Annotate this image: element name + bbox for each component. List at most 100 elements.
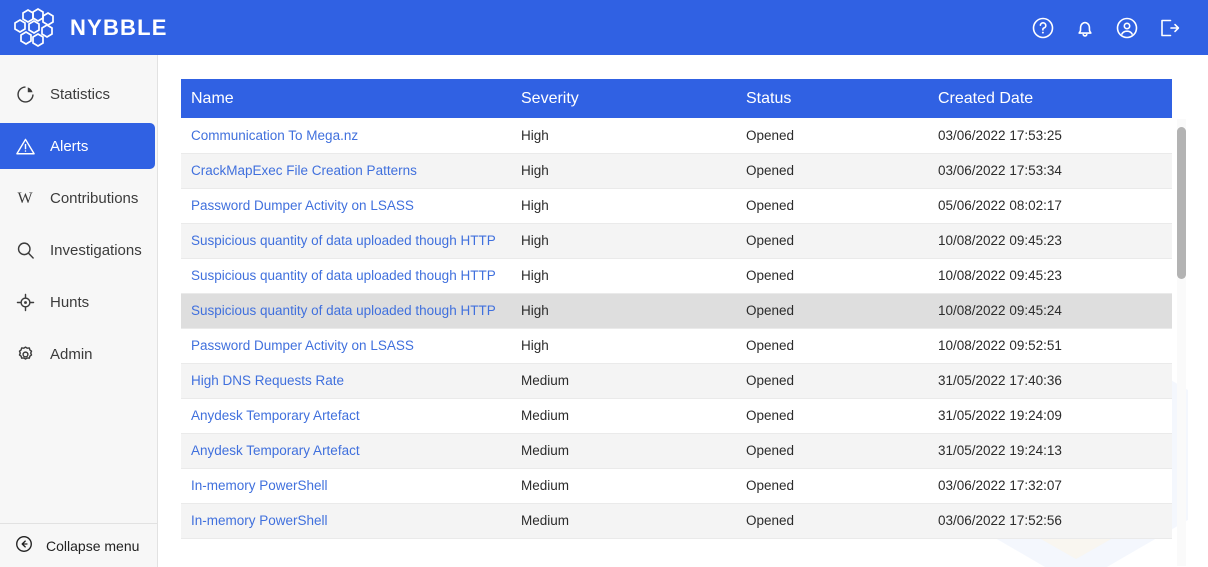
table-row[interactable]: High DNS Requests Rate Medium Opened 31/05/… [181, 363, 1172, 399]
sidebar-item-admin[interactable]: Admin [0, 331, 155, 377]
sidebar-item-alerts[interactable]: Alerts [0, 123, 155, 169]
alert-created-date: 10/08/2022 09:45:23 [928, 258, 1172, 294]
user-circle-icon[interactable] [1114, 15, 1140, 41]
alert-severity: High [511, 188, 736, 224]
sidebar-item-label: Hunts [50, 293, 90, 311]
brand[interactable]: NYBBLE [14, 7, 168, 48]
alert-created-date: 31/05/2022 19:24:13 [928, 433, 1172, 469]
magnifier-icon [14, 239, 36, 261]
table-row[interactable]: Suspicious quantity of data uploaded tho… [181, 258, 1172, 294]
table-row[interactable]: Password Dumper Activity on LSASS High Ope… [181, 188, 1172, 224]
pie-chart-icon [14, 83, 36, 105]
table-row[interactable]: Anydesk Temporary Artefact Medium Opened 31… [181, 398, 1172, 434]
alert-name-link[interactable]: Suspicious quantity of data uploaded tho… [181, 293, 511, 329]
alert-name-link[interactable]: Suspicious quantity of data uploaded tho… [181, 258, 511, 294]
alert-status: Opened [736, 328, 928, 364]
alert-status: Opened [736, 363, 928, 399]
alert-created-date: 03/06/2022 17:32:07 [928, 468, 1172, 504]
sidebar: Statistics Alerts W Contributions Invest… [0, 55, 158, 567]
table-row[interactable]: Anydesk Temporary Artefact Medium Opened 31… [181, 433, 1172, 469]
sidebar-item-label: Alerts [50, 137, 89, 155]
table-row[interactable]: CrackMapExec File Creation Patterns High O… [181, 153, 1172, 189]
alert-status: Opened [736, 468, 928, 504]
alert-status: Opened [736, 223, 928, 259]
alert-created-date: 03/06/2022 17:53:34 [928, 153, 1172, 189]
sidebar-item-label: Statistics [50, 85, 111, 103]
sidebar-item-hunts[interactable]: Hunts [0, 279, 155, 325]
sidebar-item-investigations[interactable]: Investigations [0, 227, 155, 273]
table-scrollbar-thumb[interactable] [1177, 127, 1186, 279]
collapse-menu-button[interactable]: Collapse menu [0, 523, 157, 567]
sidebar-item-label: Contributions [50, 189, 139, 207]
table-header-row: Name Severity Status Created Date [181, 79, 1172, 118]
app-root: NYBBLE Statistics Alerts W Contributions… [0, 0, 1208, 567]
table-row[interactable]: Suspicious quantity of data uploaded tho… [181, 223, 1172, 259]
warning-triangle-icon [14, 135, 36, 157]
table-body: Communication To Mega.nz High Opened 03/06/… [181, 118, 1172, 539]
alerts-table: Name Severity Status Created Date Commun… [181, 79, 1172, 539]
alert-status: Opened [736, 118, 928, 154]
column-header-created-date[interactable]: Created Date [928, 79, 1172, 118]
alert-created-date: 10/08/2022 09:45:24 [928, 293, 1172, 329]
alert-created-date: 10/08/2022 09:45:23 [928, 223, 1172, 259]
alert-status: Opened [736, 433, 928, 469]
alert-name-link[interactable]: Anydesk Temporary Artefact [181, 433, 511, 469]
brand-name: NYBBLE [70, 14, 168, 40]
alert-name-link[interactable]: CrackMapExec File Creation Patterns [181, 153, 511, 189]
alert-created-date: 31/05/2022 19:24:09 [928, 398, 1172, 434]
arrow-left-circle-icon [14, 534, 34, 557]
sidebar-nav: Statistics Alerts W Contributions Invest… [0, 55, 157, 377]
logout-icon[interactable] [1156, 15, 1182, 41]
table-row[interactable]: Password Dumper Activity on LSASS High Ope… [181, 328, 1172, 364]
alert-status: Opened [736, 293, 928, 329]
table-row[interactable]: In-memory PowerShell Medium Opened 03/06/20… [181, 468, 1172, 504]
table-row[interactable]: In-memory PowerShell Medium Opened 03/06/20… [181, 503, 1172, 539]
column-header-severity[interactable]: Severity [511, 79, 736, 118]
alert-name-link[interactable]: Password Dumper Activity on LSASS [181, 328, 511, 364]
hexagon-cluster-logo-icon [14, 7, 58, 48]
alert-severity: Medium [511, 433, 736, 469]
alert-name-link[interactable]: Communication To Mega.nz [181, 118, 511, 154]
crosshair-icon [14, 291, 36, 313]
alert-severity: Medium [511, 398, 736, 434]
alert-name-link[interactable]: Anydesk Temporary Artefact [181, 398, 511, 434]
gear-icon [14, 343, 36, 365]
table-row[interactable]: Communication To Mega.nz High Opened 03/06/… [181, 118, 1172, 154]
alert-status: Opened [736, 153, 928, 189]
table-row[interactable]: Suspicious quantity of data uploaded tho… [181, 293, 1172, 329]
alert-name-link[interactable]: Suspicious quantity of data uploaded tho… [181, 223, 511, 259]
alert-severity: Medium [511, 363, 736, 399]
top-bar-actions [1030, 15, 1182, 41]
alert-created-date: 31/05/2022 17:40:36 [928, 363, 1172, 399]
sidebar-item-label: Investigations [50, 241, 142, 259]
alert-severity: Medium [511, 503, 736, 539]
top-bar: NYBBLE [0, 0, 1208, 55]
collapse-menu-label: Collapse menu [46, 537, 140, 554]
alert-name-link[interactable]: Password Dumper Activity on LSASS [181, 188, 511, 224]
alert-created-date: 10/08/2022 09:52:51 [928, 328, 1172, 364]
alert-severity: High [511, 293, 736, 329]
help-circle-icon[interactable] [1030, 15, 1056, 41]
alert-severity: High [511, 118, 736, 154]
svg-text:W: W [17, 190, 33, 207]
alert-name-link[interactable]: In-memory PowerShell [181, 503, 511, 539]
column-header-name[interactable]: Name [181, 79, 511, 118]
sidebar-item-contributions[interactable]: W Contributions [0, 175, 155, 221]
alert-name-link[interactable]: In-memory PowerShell [181, 468, 511, 504]
alert-name-link[interactable]: High DNS Requests Rate [181, 363, 511, 399]
alert-created-date: 03/06/2022 17:53:25 [928, 118, 1172, 154]
bell-icon[interactable] [1072, 15, 1098, 41]
alert-severity: High [511, 153, 736, 189]
alert-status: Opened [736, 398, 928, 434]
alert-severity: High [511, 328, 736, 364]
wiki-w-icon: W [14, 187, 36, 209]
table-header: Name Severity Status Created Date [181, 79, 1172, 118]
alert-status: Opened [736, 503, 928, 539]
column-header-status[interactable]: Status [736, 79, 928, 118]
sidebar-item-statistics[interactable]: Statistics [0, 71, 155, 117]
alert-status: Opened [736, 188, 928, 224]
alert-severity: High [511, 223, 736, 259]
sidebar-item-label: Admin [50, 345, 93, 363]
alert-created-date: 05/06/2022 08:02:17 [928, 188, 1172, 224]
alert-created-date: 03/06/2022 17:52:56 [928, 503, 1172, 539]
